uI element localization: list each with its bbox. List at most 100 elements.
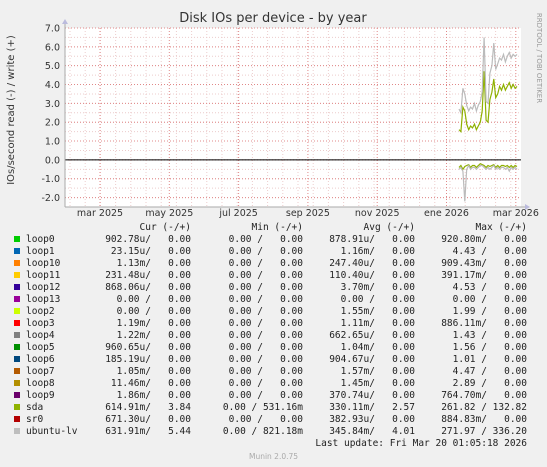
legend-min: 0.00 / 0.00 <box>228 246 303 257</box>
legend-avg: 878.91u/ 0.00 <box>329 234 415 245</box>
legend-cur: 902.78u/ 0.00 <box>105 234 191 245</box>
legend-max: 764.70m/ 0.00 <box>441 390 527 401</box>
y-tick-label: 4.0 <box>45 80 60 91</box>
legend-cur: 671.30u/ 0.00 <box>105 414 191 425</box>
legend-min: 0.00 / 0.00 <box>228 342 303 353</box>
y-tick-labels: -2.0 -1.0 0.0 1.0 2.0 3.0 4.0 5.0 6.0 7.0 <box>41 24 60 205</box>
y-axis-label: IOs/second read (-) / write (+) <box>6 35 17 185</box>
legend-cur: 23.15u/ 0.00 <box>110 246 191 257</box>
legend-min: 0.00 / 821.18m <box>222 426 303 437</box>
legend-row-loop13: loop13 0.00 / 0.00 0.00 / 0.00 0.00 / 0.00 0… <box>0 294 547 306</box>
x-tick-label: mar 2025 <box>77 208 123 219</box>
legend-avg: 1.45m/ 0.00 <box>340 378 415 389</box>
legend-min: 0.00 / 0.00 <box>228 306 303 317</box>
legend-name: loop6 <box>26 354 55 365</box>
legend-row-loop5: loop5 960.65u/ 0.00 0.00 / 0.00 1.04m/ 0.00… <box>0 342 547 354</box>
legend-swatch <box>14 404 20 410</box>
legend-swatch <box>14 284 20 290</box>
legend-row-sr0: sr0 671.30u/ 0.00 0.00 / 0.00 382.93u/ 0.00… <box>0 414 547 426</box>
x-tick-label: nov 2025 <box>355 208 400 219</box>
legend-name: loop9 <box>26 390 55 401</box>
legend-row-loop4: loop4 1.22m/ 0.00 0.00 / 0.00 662.65u/ 0.00… <box>0 330 547 342</box>
legend-cur: 614.91m/ 3.84 <box>105 402 191 413</box>
legend-name: loop10 <box>26 258 61 269</box>
legend-avg: 382.93u/ 0.00 <box>329 414 415 425</box>
legend-min: 0.00 / 0.00 <box>228 318 303 329</box>
legend-min: 0.00 / 0.00 <box>228 258 303 269</box>
legend-cur: 960.65u/ 0.00 <box>105 342 191 353</box>
legend-swatch <box>14 392 20 398</box>
legend-row-loop3: loop3 1.19m/ 0.00 0.00 / 0.00 1.11m/ 0.00 88… <box>0 318 547 330</box>
legend-cur: 1.22m/ 0.00 <box>116 330 191 341</box>
legend-min: 0.00 / 0.00 <box>228 294 303 305</box>
legend-max: 4.43 / 0.00 <box>452 246 527 257</box>
legend-min: 0.00 / 0.00 <box>228 366 303 377</box>
legend-max: 4.47 / 0.00 <box>452 366 527 377</box>
legend-swatch <box>14 356 20 362</box>
y-tick-label: 7.0 <box>45 24 60 35</box>
legend-row-loop9: loop9 1.86m/ 0.00 0.00 / 0.00 370.74u/ 0.00… <box>0 390 547 402</box>
legend-row-loop7: loop7 1.05m/ 0.00 0.00 / 0.00 1.57m/ 0.00 4.… <box>0 366 547 378</box>
legend-cur: 1.19m/ 0.00 <box>116 318 191 329</box>
legend-swatch <box>14 308 20 314</box>
legend-cur: 11.46m/ 0.00 <box>110 378 191 389</box>
legend-avg: 1.55m/ 0.00 <box>340 306 415 317</box>
graph-frame: Disk IOs per device - by year IOs/second… <box>0 0 547 467</box>
x-tick-label: sep 2025 <box>286 208 330 219</box>
munin-version: Munin 2.0.75 <box>248 452 299 461</box>
legend-max: 909.43m/ 0.00 <box>441 258 527 269</box>
y-tick-label: -1.0 <box>41 174 60 185</box>
legend-name: loop3 <box>26 318 55 329</box>
legend-row-ubuntu-lv: ubuntu-lv 631.91m/ 5.44 0.00 / 821.18m 345.… <box>0 426 547 438</box>
legend-name: loop12 <box>26 282 61 293</box>
legend-avg: 1.57m/ 0.00 <box>340 366 415 377</box>
legend-avg: 330.11m/ 2.57 <box>329 402 415 413</box>
legend-max: 886.11m/ 0.00 <box>441 318 527 329</box>
legend-row-loop1: loop1 23.15u/ 0.00 0.00 / 0.00 1.16m/ 0.00 4… <box>0 246 547 258</box>
y-tick-label: 2.0 <box>45 118 60 129</box>
legend-min: 0.00 / 0.00 <box>228 390 303 401</box>
legend-swatch <box>14 332 20 338</box>
legend-row-loop2: loop2 0.00 / 0.00 0.00 / 0.00 1.55m/ 0.00 1.… <box>0 306 547 318</box>
legend-swatch <box>14 272 20 278</box>
legend-cur: 1.13m/ 0.00 <box>116 258 191 269</box>
y-tick-label: 6.0 <box>45 42 60 53</box>
legend-avg: 1.04m/ 0.00 <box>340 342 415 353</box>
legend-swatch <box>14 416 20 422</box>
legend-avg: 1.11m/ 0.00 <box>340 318 415 329</box>
legend-name: ubuntu-lv <box>26 426 78 437</box>
y-tick-label: 1.0 <box>45 137 60 148</box>
y-tick-label: 0.0 <box>45 155 60 166</box>
legend-swatch <box>14 344 20 350</box>
legend-min: 0.00 / 531.16m <box>222 402 303 413</box>
legend-cur: 0.00 / 0.00 <box>116 294 191 305</box>
legend-name: loop0 <box>26 234 55 245</box>
y-tick-label: 5.0 <box>45 61 60 72</box>
legend-avg: 0.00 / 0.00 <box>340 294 415 305</box>
x-tick-label: ene 2026 <box>424 208 469 219</box>
legend-min: 0.00 / 0.00 <box>228 282 303 293</box>
legend-name: loop8 <box>26 378 55 389</box>
legend-name: loop1 <box>26 246 55 257</box>
x-tick-label: mar 2026 <box>493 208 539 219</box>
legend-max: 271.97 / 336.20 <box>441 426 527 437</box>
legend-name: loop7 <box>26 366 55 377</box>
legend-header-min: Min (-/+) <box>251 222 303 233</box>
legend-max: 4.53 / 0.00 <box>452 282 527 293</box>
legend-row-loop0: loop0 902.78u/ 0.00 0.00 / 0.00 878.91u/ 0.… <box>0 234 547 246</box>
chart-svg: Disk IOs per device - by year IOs/second… <box>6 11 543 219</box>
legend-cur: 231.48u/ 0.00 <box>105 270 191 281</box>
legend-row-loop11: loop11 231.48u/ 0.00 0.00 / 0.00 110.40u/ 0… <box>0 270 547 282</box>
legend-min: 0.00 / 0.00 <box>228 378 303 389</box>
legend-cur: 1.86m/ 0.00 <box>116 390 191 401</box>
legend-max: 1.99 / 0.00 <box>452 306 527 317</box>
legend-name: loop2 <box>26 306 55 317</box>
legend-min: 0.00 / 0.00 <box>228 330 303 341</box>
legend-avg: 370.74u/ 0.00 <box>329 390 415 401</box>
legend-swatch <box>14 260 20 266</box>
legend-swatch <box>14 368 20 374</box>
legend-min: 0.00 / 0.00 <box>228 414 303 425</box>
chart-title: Disk IOs per device - by year <box>179 11 367 26</box>
y-tick-label: -2.0 <box>41 193 60 204</box>
legend-avg: 247.40u/ 0.00 <box>329 258 415 269</box>
